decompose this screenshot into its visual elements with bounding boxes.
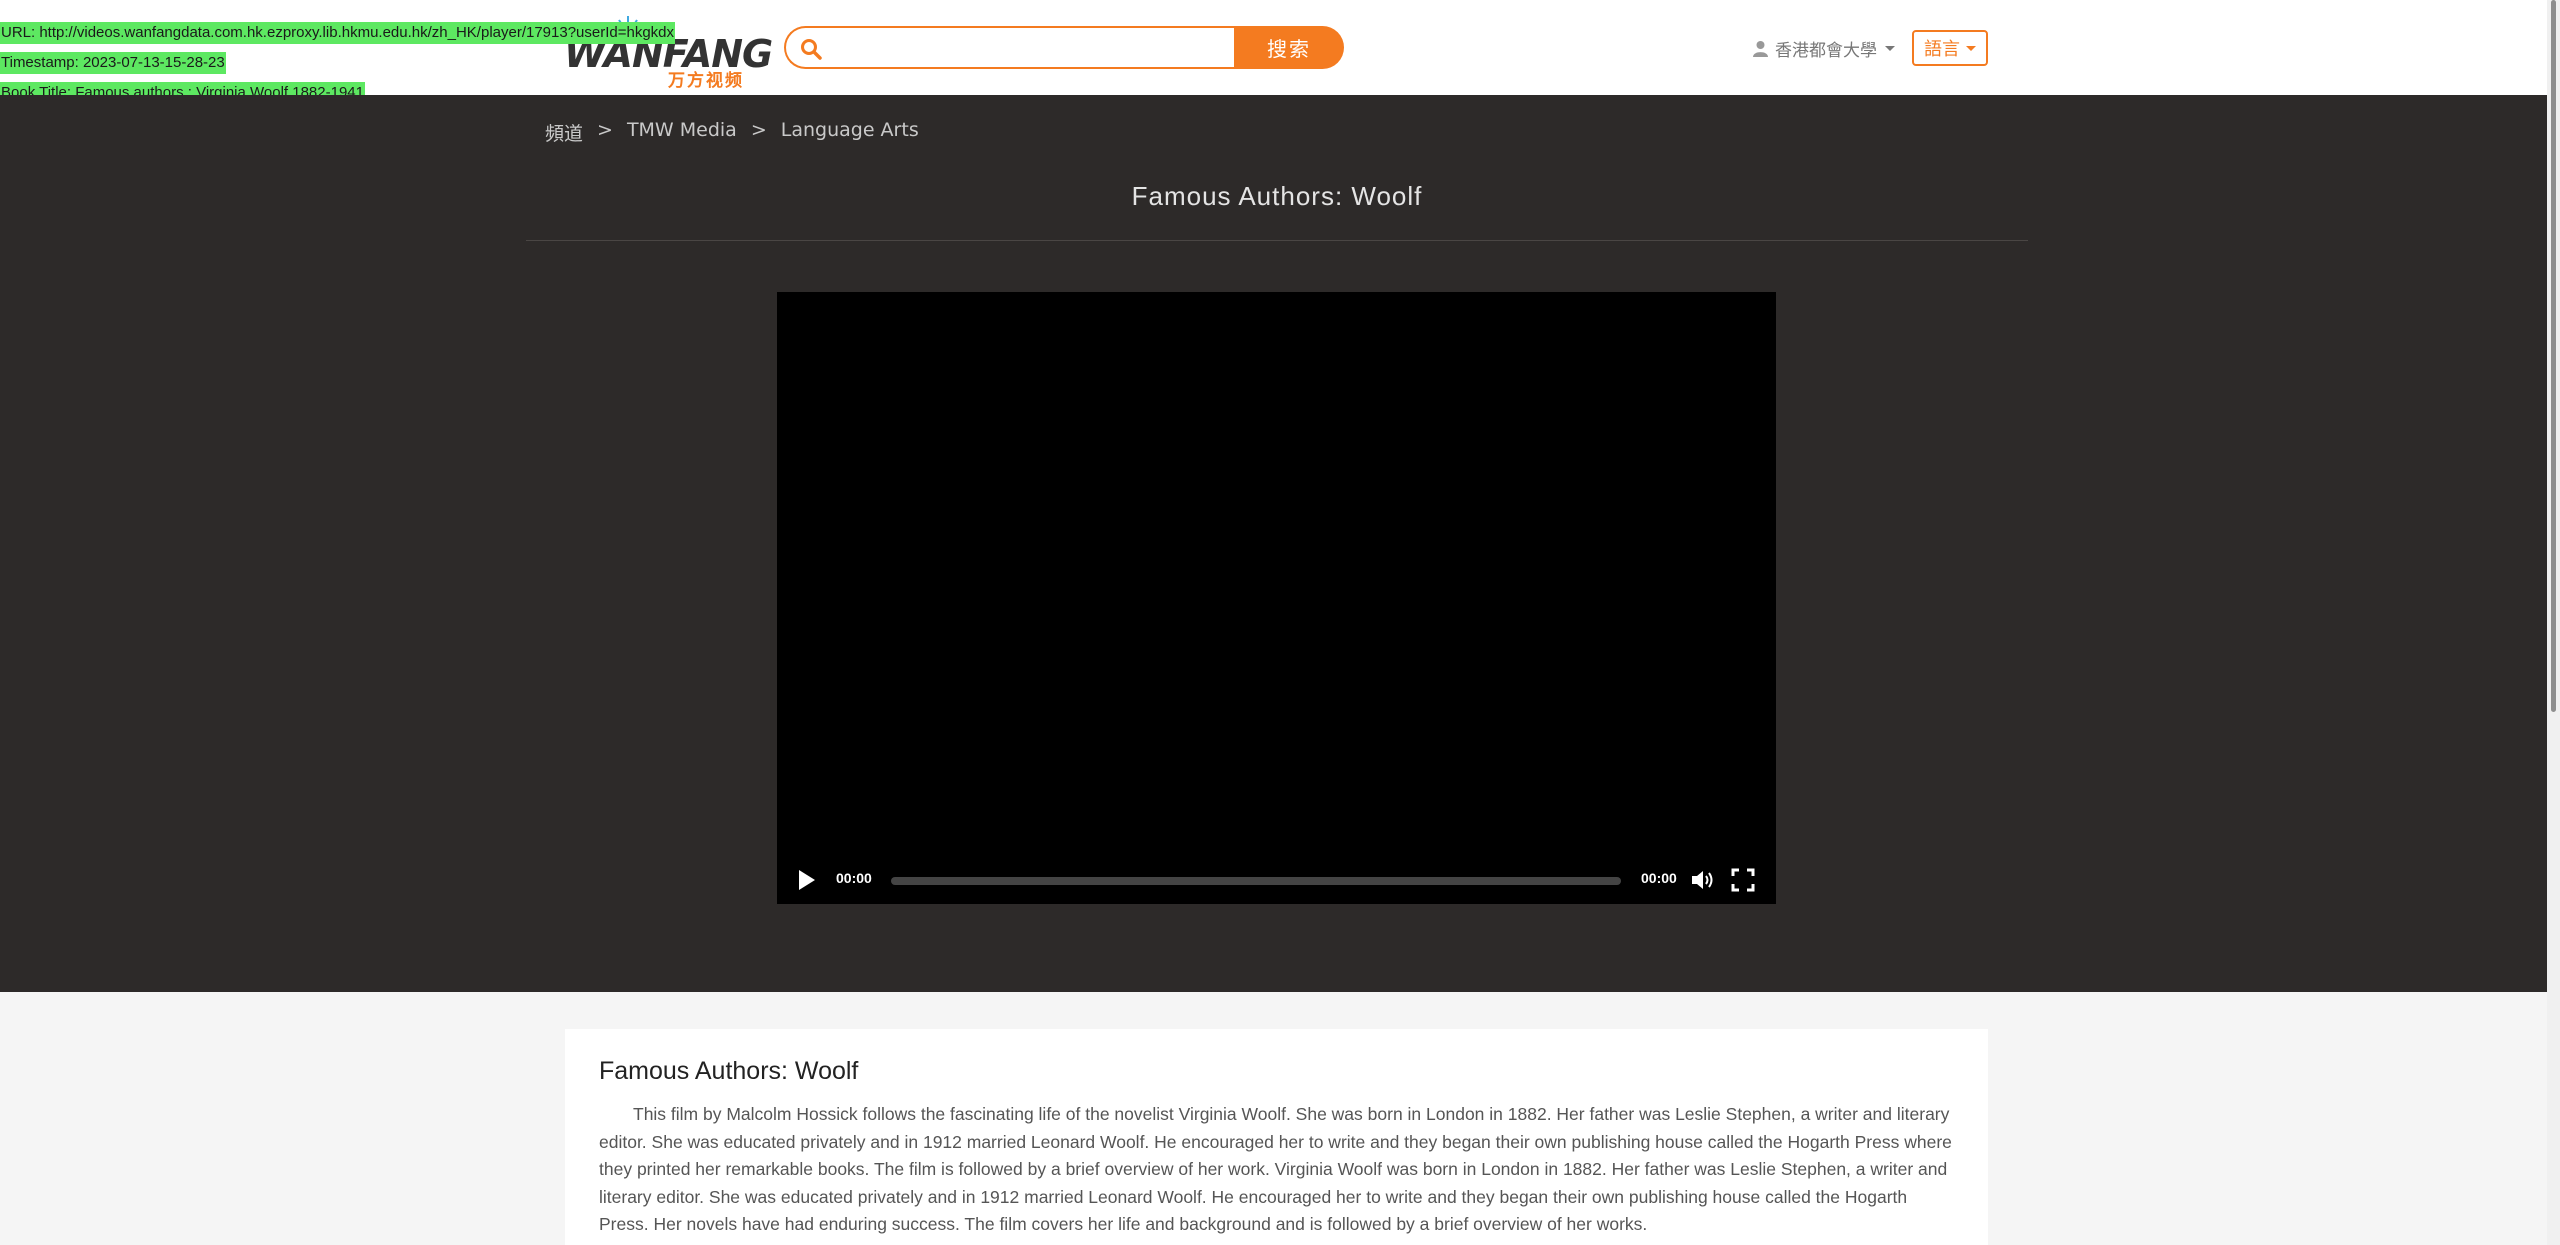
seek-bar[interactable] xyxy=(891,877,1621,885)
breadcrumb-item-channels[interactable]: 頻道 xyxy=(545,119,583,146)
logo-subtitle: 万方视频 xyxy=(668,71,744,91)
scrollbar-thumb[interactable] xyxy=(2551,0,2556,712)
duration: 00:00 xyxy=(1641,870,1677,886)
breadcrumb-separator: > xyxy=(750,119,767,141)
search-input[interactable] xyxy=(830,34,1220,62)
language-button[interactable]: 語言 xyxy=(1912,30,1988,66)
caret-down-icon xyxy=(1885,45,1895,51)
overlay-timestamp: Timestamp: 2023-07-13-15-28-23 xyxy=(0,52,226,74)
current-time: 00:00 xyxy=(836,870,872,886)
player-controls: 00:00 00:00 xyxy=(777,854,1776,904)
search-icon xyxy=(801,39,822,60)
search-bar: 搜索 xyxy=(784,26,1344,69)
volume-icon[interactable] xyxy=(1690,868,1716,892)
fullscreen-icon[interactable] xyxy=(1731,868,1755,892)
search-button[interactable]: 搜索 xyxy=(1234,26,1344,69)
user-menu[interactable]: 香港都會大學 xyxy=(1752,36,1895,61)
top-header: WANFANG 万方视频 搜索 香港都會大學 語言 xyxy=(0,0,2560,95)
caret-down-icon xyxy=(1966,45,1976,51)
description-body: This film by Malcolm Hossick follows the… xyxy=(599,1104,1952,1234)
video-title: Famous Authors: Woolf xyxy=(1131,181,1423,211)
overlay-url: URL: http://videos.wanfangdata.com.hk.ez… xyxy=(0,22,676,44)
video-stage: 頻道 > TMW Media > Language Arts Famous Au… xyxy=(0,95,2560,992)
breadcrumb: 頻道 > TMW Media > Language Arts xyxy=(545,119,919,146)
user-menu-label: 香港都會大學 xyxy=(1775,40,1877,61)
breadcrumb-item-language-arts[interactable]: Language Arts xyxy=(781,119,919,146)
play-icon[interactable] xyxy=(799,870,815,890)
description-card: Famous Authors: Woolf This film by Malco… xyxy=(565,1029,1988,1245)
breadcrumb-separator: > xyxy=(597,119,613,141)
video-player[interactable]: 00:00 00:00 xyxy=(777,292,1776,904)
breadcrumb-item-tmw-media[interactable]: TMW Media xyxy=(627,119,737,146)
title-divider xyxy=(526,240,2028,241)
description-title: Famous Authors: Woolf xyxy=(599,1057,859,1085)
language-label: 語言 xyxy=(1924,39,1960,60)
user-icon xyxy=(1753,40,1768,57)
search-box xyxy=(784,26,1234,69)
